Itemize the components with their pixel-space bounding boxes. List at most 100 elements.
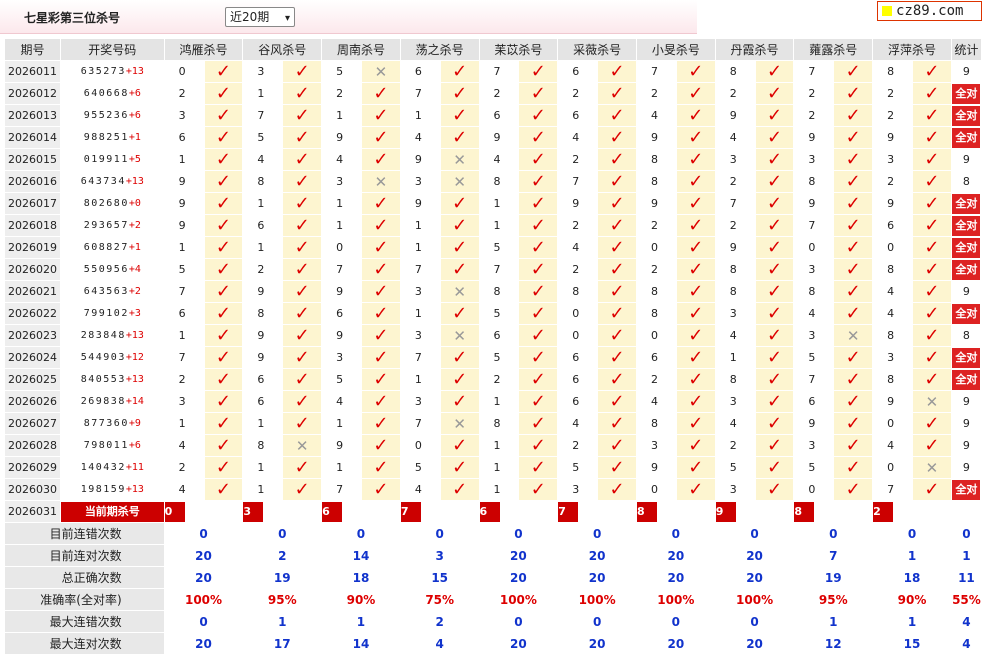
- stats-value: 95%: [242, 588, 323, 611]
- check-mark-icon: ✓: [294, 214, 310, 236]
- result-mark-cell: ✕: [360, 170, 401, 193]
- stats-value: 20: [714, 632, 795, 655]
- check-mark-icon: ✓: [688, 148, 704, 170]
- check-mark-icon: ✓: [766, 236, 783, 258]
- kill-number-cell: 8: [714, 368, 756, 391]
- result-mark-cell: ✓: [518, 346, 559, 369]
- check-mark-icon: ✓: [609, 148, 625, 170]
- header-row: 期号 开奖号码 鸿雁杀号 谷风杀号 周南杀号 荡之杀号 苿苡杀号 采薇杀号 小旻…: [4, 38, 982, 61]
- draw-numbers-cell: 198159+13: [59, 478, 165, 501]
- page-title: 七星彩第三位杀号: [24, 11, 121, 25]
- result-mark-cell: ✓: [203, 280, 244, 303]
- result-mark-cell: ✓: [912, 434, 952, 457]
- result-mark-cell: ✓: [203, 192, 244, 215]
- period-cell: 2026012: [4, 82, 61, 105]
- check-mark-icon: ✓: [294, 236, 310, 258]
- empty-cell: [675, 500, 716, 523]
- result-mark-cell: ✓: [203, 126, 244, 149]
- current-kill-cell: 6: [321, 500, 362, 523]
- check-mark-icon: ✓: [294, 60, 310, 82]
- result-mark-cell: ✓: [754, 434, 795, 457]
- check-mark-icon: ✓: [530, 60, 546, 82]
- kill-number-cell: 9: [242, 346, 284, 369]
- kill-number-cell: 2: [793, 104, 835, 127]
- stats-value: 0: [557, 610, 637, 633]
- kill-number-cell: 4: [557, 126, 599, 149]
- col-header-expert-10: 浮萍杀号: [872, 38, 952, 61]
- stats-label: 目前连错次数: [4, 522, 165, 545]
- check-mark-icon: ✓: [452, 104, 468, 126]
- result-mark-cell: ✓: [518, 456, 559, 479]
- result-mark-cell: ✓: [439, 214, 480, 237]
- kill-number-cell: 5: [321, 60, 362, 83]
- kill-number-cell: 8: [793, 280, 835, 303]
- result-mark-cell: ✓: [675, 324, 716, 347]
- current-kill-cell: 6: [478, 500, 520, 523]
- current-kill-label: 当前期杀号: [61, 501, 164, 522]
- draw-bonus: +13: [125, 330, 144, 341]
- result-mark-cell: ✓: [675, 104, 716, 127]
- kill-number-cell: 7: [635, 60, 677, 83]
- check-mark-icon: ✓: [530, 478, 546, 500]
- check-mark-icon: ✓: [530, 104, 546, 126]
- total-cell: 全对: [950, 258, 982, 281]
- kill-number-cell: 0: [635, 324, 677, 347]
- kill-number-cell: 8: [714, 280, 756, 303]
- stats-value: 20: [478, 632, 559, 655]
- kill-number-cell: 6: [557, 346, 599, 369]
- kill-number-cell: 1: [242, 478, 284, 501]
- site-logo[interactable]: cz89.com: [877, 1, 982, 21]
- check-mark-icon: ✓: [688, 170, 704, 192]
- check-mark-icon: ✓: [609, 390, 625, 412]
- draw-bonus: +13: [125, 374, 144, 385]
- kill-number-cell: 1: [478, 192, 520, 215]
- all-correct-badge: 全对: [952, 193, 981, 214]
- result-mark-cell: ✓: [754, 192, 795, 215]
- check-mark-icon: ✓: [373, 258, 389, 280]
- draw-numbers-cell: 877360+9: [59, 412, 165, 435]
- result-mark-cell: ✓: [360, 104, 401, 127]
- check-mark-icon: ✓: [766, 302, 783, 324]
- table-row: 2026028 798011+6 4 ✓ 8 ✕ 9 ✓ 0 ✓ 1 ✓ 2 ✓ 3 ✓ 2 ✓ 3 ✓ 4 ✓ 9: [4, 434, 982, 457]
- result-mark-cell: ✓: [597, 302, 637, 325]
- result-mark-cell: ✓: [282, 104, 323, 127]
- check-mark-icon: ✓: [766, 214, 783, 236]
- draw-digits: 643734: [80, 176, 126, 187]
- kill-number-cell: 2: [714, 170, 756, 193]
- result-mark-cell: ✓: [518, 434, 559, 457]
- check-mark-icon: ✓: [373, 214, 389, 236]
- result-mark-cell: ✓: [675, 148, 716, 171]
- kill-number-cell: 5: [714, 456, 756, 479]
- check-mark-icon: ✓: [688, 434, 704, 456]
- check-mark-icon: ✓: [845, 434, 861, 456]
- kill-number-cell: 8: [635, 302, 677, 325]
- empty-cell: [282, 500, 323, 523]
- check-mark-icon: ✓: [373, 390, 389, 412]
- kill-number-cell: 1: [321, 412, 362, 435]
- stats-value: 18: [872, 566, 952, 589]
- check-mark-icon: ✓: [609, 302, 625, 324]
- kill-number-cell: 4: [714, 412, 756, 435]
- kill-number-cell: 7: [399, 82, 441, 105]
- period-select[interactable]: 近20期 ▾: [225, 7, 295, 27]
- result-mark-cell: ✓: [833, 412, 874, 435]
- stats-value: 14: [321, 632, 401, 655]
- result-mark-cell: ✓: [754, 368, 795, 391]
- check-mark-icon: ✓: [294, 192, 310, 214]
- check-mark-icon: ✓: [924, 346, 940, 368]
- result-mark-cell: ✓: [203, 346, 244, 369]
- kill-number-cell: 4: [872, 280, 914, 303]
- kill-number-cell: 3: [163, 390, 205, 413]
- kill-number-cell: 3: [793, 148, 835, 171]
- kill-number-cell: 8: [714, 60, 756, 83]
- result-mark-cell: ✓: [282, 60, 323, 83]
- check-mark-icon: ✓: [766, 324, 783, 346]
- correct-count: 9: [962, 285, 970, 298]
- draw-numbers-cell: 140432+11: [59, 456, 165, 479]
- check-mark-icon: ✓: [215, 60, 232, 82]
- result-mark-cell: ✓: [597, 390, 637, 413]
- kill-number-cell: 7: [321, 258, 362, 281]
- check-mark-icon: ✓: [609, 412, 625, 434]
- kill-number-cell: 1: [478, 456, 520, 479]
- check-mark-icon: ✓: [609, 104, 625, 126]
